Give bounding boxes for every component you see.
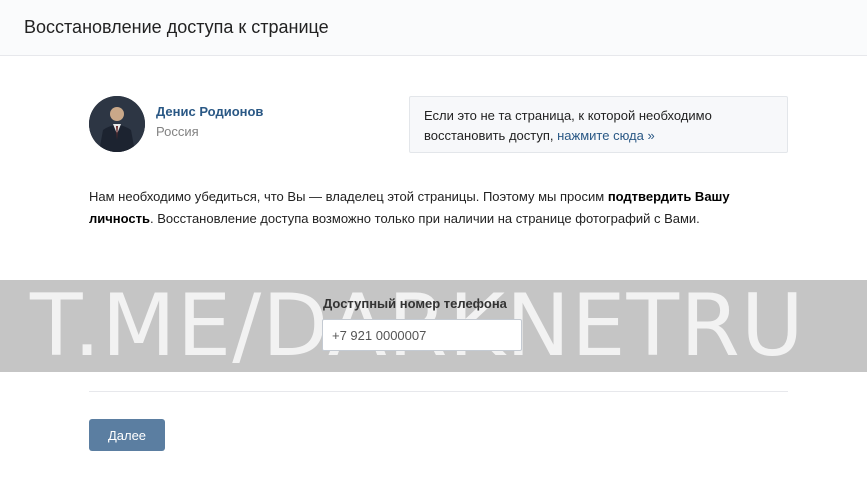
click-here-link[interactable]: нажмите сюда » [557, 128, 655, 143]
wrong-page-notice: Если это не та страница, к которой необх… [409, 96, 788, 153]
avatar[interactable] [89, 96, 145, 152]
page-header: Восстановление доступа к странице [0, 0, 867, 56]
phone-input[interactable] [322, 319, 522, 351]
page-title: Восстановление доступа к странице [24, 17, 329, 37]
user-photo [89, 96, 145, 152]
divider [89, 391, 788, 392]
phone-label: Доступный номер телефона [323, 296, 507, 311]
next-button[interactable]: Далее [89, 419, 165, 451]
description-text-2: . Восстановление доступа возможно только… [150, 211, 700, 226]
user-name[interactable]: Денис Родионов [156, 104, 263, 120]
user-country: Россия [156, 124, 199, 139]
description-text-1: Нам необходимо убедиться, что Вы — владе… [89, 189, 608, 204]
verification-description: Нам необходимо убедиться, что Вы — владе… [89, 186, 789, 230]
